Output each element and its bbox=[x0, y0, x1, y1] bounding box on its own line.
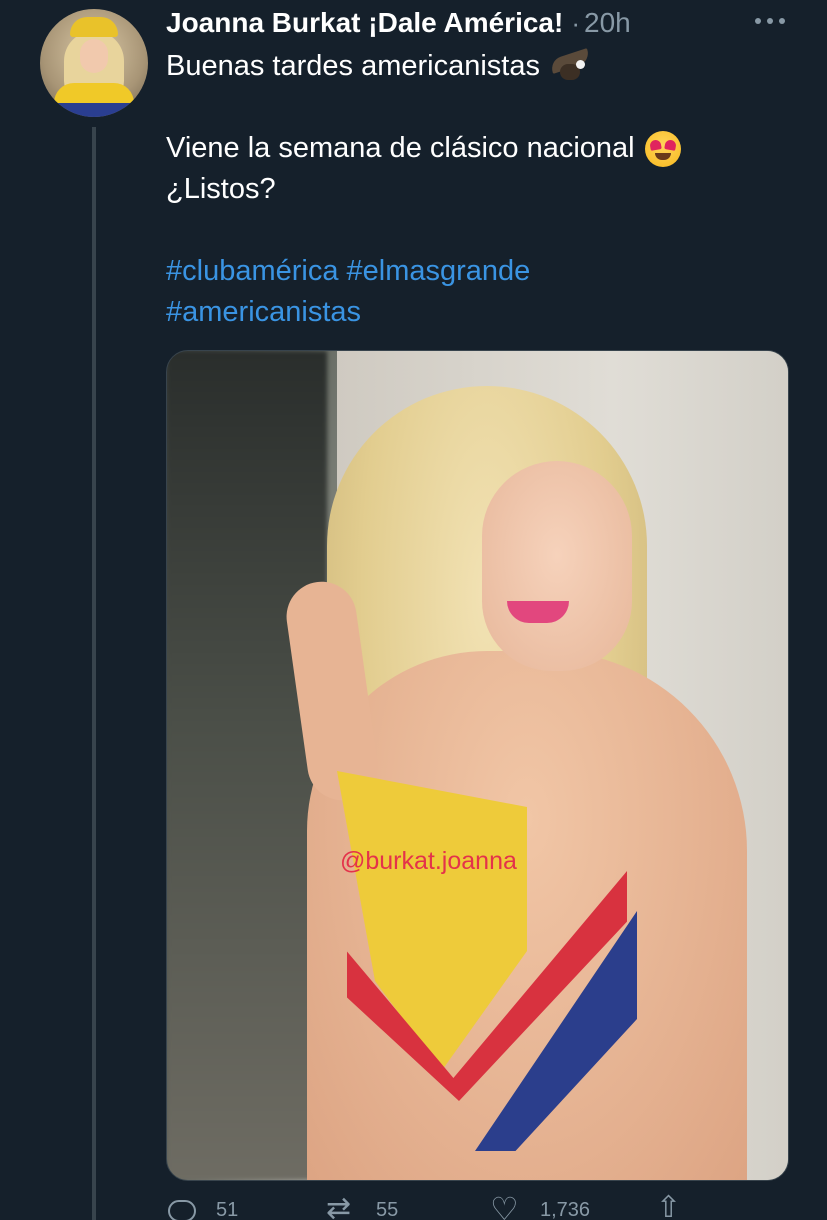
author-name[interactable]: Joanna Burkat ¡Dale América! bbox=[166, 7, 563, 39]
tweet-body: Buenas tardes americanistas Viene la sem… bbox=[166, 46, 786, 333]
avatar-jersey bbox=[54, 83, 134, 117]
tweet-actions: 51 55 1,736 bbox=[166, 1192, 726, 1220]
share-button[interactable] bbox=[654, 1192, 704, 1220]
heart-icon bbox=[490, 1192, 522, 1220]
author-avatar[interactable] bbox=[40, 9, 148, 117]
avatar-cap bbox=[70, 17, 118, 37]
reply-icon bbox=[166, 1196, 198, 1220]
tweet-text-line-3: ¿Listos? bbox=[166, 173, 276, 205]
like-count: 1,736 bbox=[540, 1198, 591, 1220]
tweet-text-line-2: Viene la semana de clásico nacional bbox=[166, 132, 635, 164]
reply-count: 51 bbox=[216, 1198, 239, 1220]
photo-watermark: @burkat.joanna bbox=[340, 847, 517, 875]
tweet-timestamp[interactable]: 20h bbox=[584, 7, 631, 39]
like-button[interactable]: 1,736 bbox=[490, 1192, 591, 1220]
tweet-photo[interactable]: @burkat.joanna bbox=[166, 350, 789, 1181]
retweet-button[interactable]: 55 bbox=[326, 1194, 399, 1220]
thread-line bbox=[92, 127, 96, 1220]
heart-eyes-icon bbox=[644, 131, 681, 168]
more-options-icon[interactable] bbox=[755, 16, 785, 26]
photo-background-door bbox=[167, 351, 327, 1180]
photo-face bbox=[482, 461, 632, 671]
share-icon bbox=[654, 1192, 686, 1220]
hashtags-line-2[interactable]: #americanistas bbox=[166, 292, 786, 333]
eagle-icon bbox=[548, 48, 592, 84]
tweet-text-line-1: Buenas tardes americanistas bbox=[166, 50, 540, 82]
hashtags-line-1[interactable]: #clubamérica #elmasgrande bbox=[166, 251, 786, 292]
separator-dot: · bbox=[571, 7, 580, 38]
avatar-face bbox=[80, 39, 108, 73]
tweet-header: Joanna Burkat ¡Dale América! · 20h bbox=[166, 4, 631, 42]
tweet[interactable]: Joanna Burkat ¡Dale América! · 20h Buena… bbox=[0, 0, 827, 1220]
retweet-count: 55 bbox=[376, 1198, 399, 1220]
reply-button[interactable]: 51 bbox=[166, 1196, 238, 1220]
retweet-icon bbox=[326, 1194, 358, 1220]
